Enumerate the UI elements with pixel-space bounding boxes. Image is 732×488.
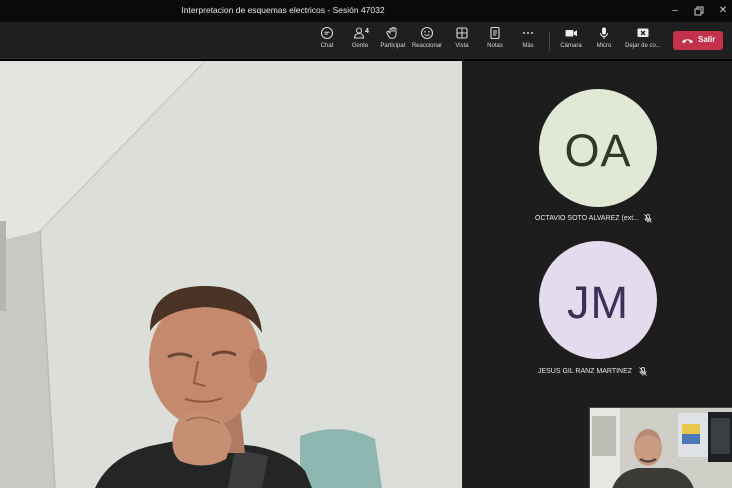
camera-icon (565, 30, 577, 37)
window-title: Interpretacion de esquemas electricos - … (181, 5, 385, 15)
mic-icon (600, 27, 608, 39)
react-button[interactable]: Reaccionar (407, 26, 447, 49)
restore-icon[interactable] (691, 3, 707, 19)
more-label: Más (522, 43, 534, 49)
leave-button[interactable]: Salir (673, 31, 723, 50)
participant-name: JESUS GIL RANZ MARTINEZ (537, 368, 633, 375)
leave-label: Salir (698, 35, 716, 44)
avatar[interactable]: OA (539, 89, 657, 207)
title-bar: Interpretacion de esquemas electricos - … (0, 0, 732, 22)
raise-hand-icon (386, 27, 397, 40)
chat-icon (320, 26, 334, 40)
view-icon (456, 27, 468, 39)
mic-button[interactable]: Micro (584, 26, 624, 49)
stop-sharing-label: Dejar de co... (625, 43, 661, 49)
avatar-initials: OA (564, 125, 632, 176)
people-count: 4 (365, 28, 369, 35)
hangup-icon (682, 39, 693, 44)
more-button[interactable]: Más (508, 26, 548, 49)
meeting-toolbar: Chat 4 Gente Participar Reaccionar Vista… (0, 22, 732, 59)
share-stop-icon (637, 28, 649, 37)
notes-icon (490, 26, 500, 40)
mic-label: Micro (596, 43, 612, 49)
speaker-video-frame (0, 61, 462, 488)
ellipsis-icon (523, 32, 533, 34)
participant-name: OCTAVIO SOTO ALVAREZ (ext... (535, 215, 639, 222)
self-video-frame (590, 408, 732, 488)
react-label: Reaccionar (411, 43, 443, 49)
avatar-initials: JM (567, 277, 629, 328)
avatar[interactable]: JM (539, 241, 657, 359)
main-video (0, 61, 462, 488)
close-icon[interactable]: ✕ (715, 3, 731, 19)
minimize-icon[interactable]: – (667, 3, 683, 19)
mic-off-icon (644, 214, 652, 223)
self-video-preview[interactable] (589, 407, 732, 488)
smiley-icon (420, 26, 434, 40)
toolbar-divider (549, 31, 550, 51)
mic-off-icon (639, 367, 647, 376)
stop-sharing-button[interactable]: Dejar de co... (621, 26, 665, 49)
